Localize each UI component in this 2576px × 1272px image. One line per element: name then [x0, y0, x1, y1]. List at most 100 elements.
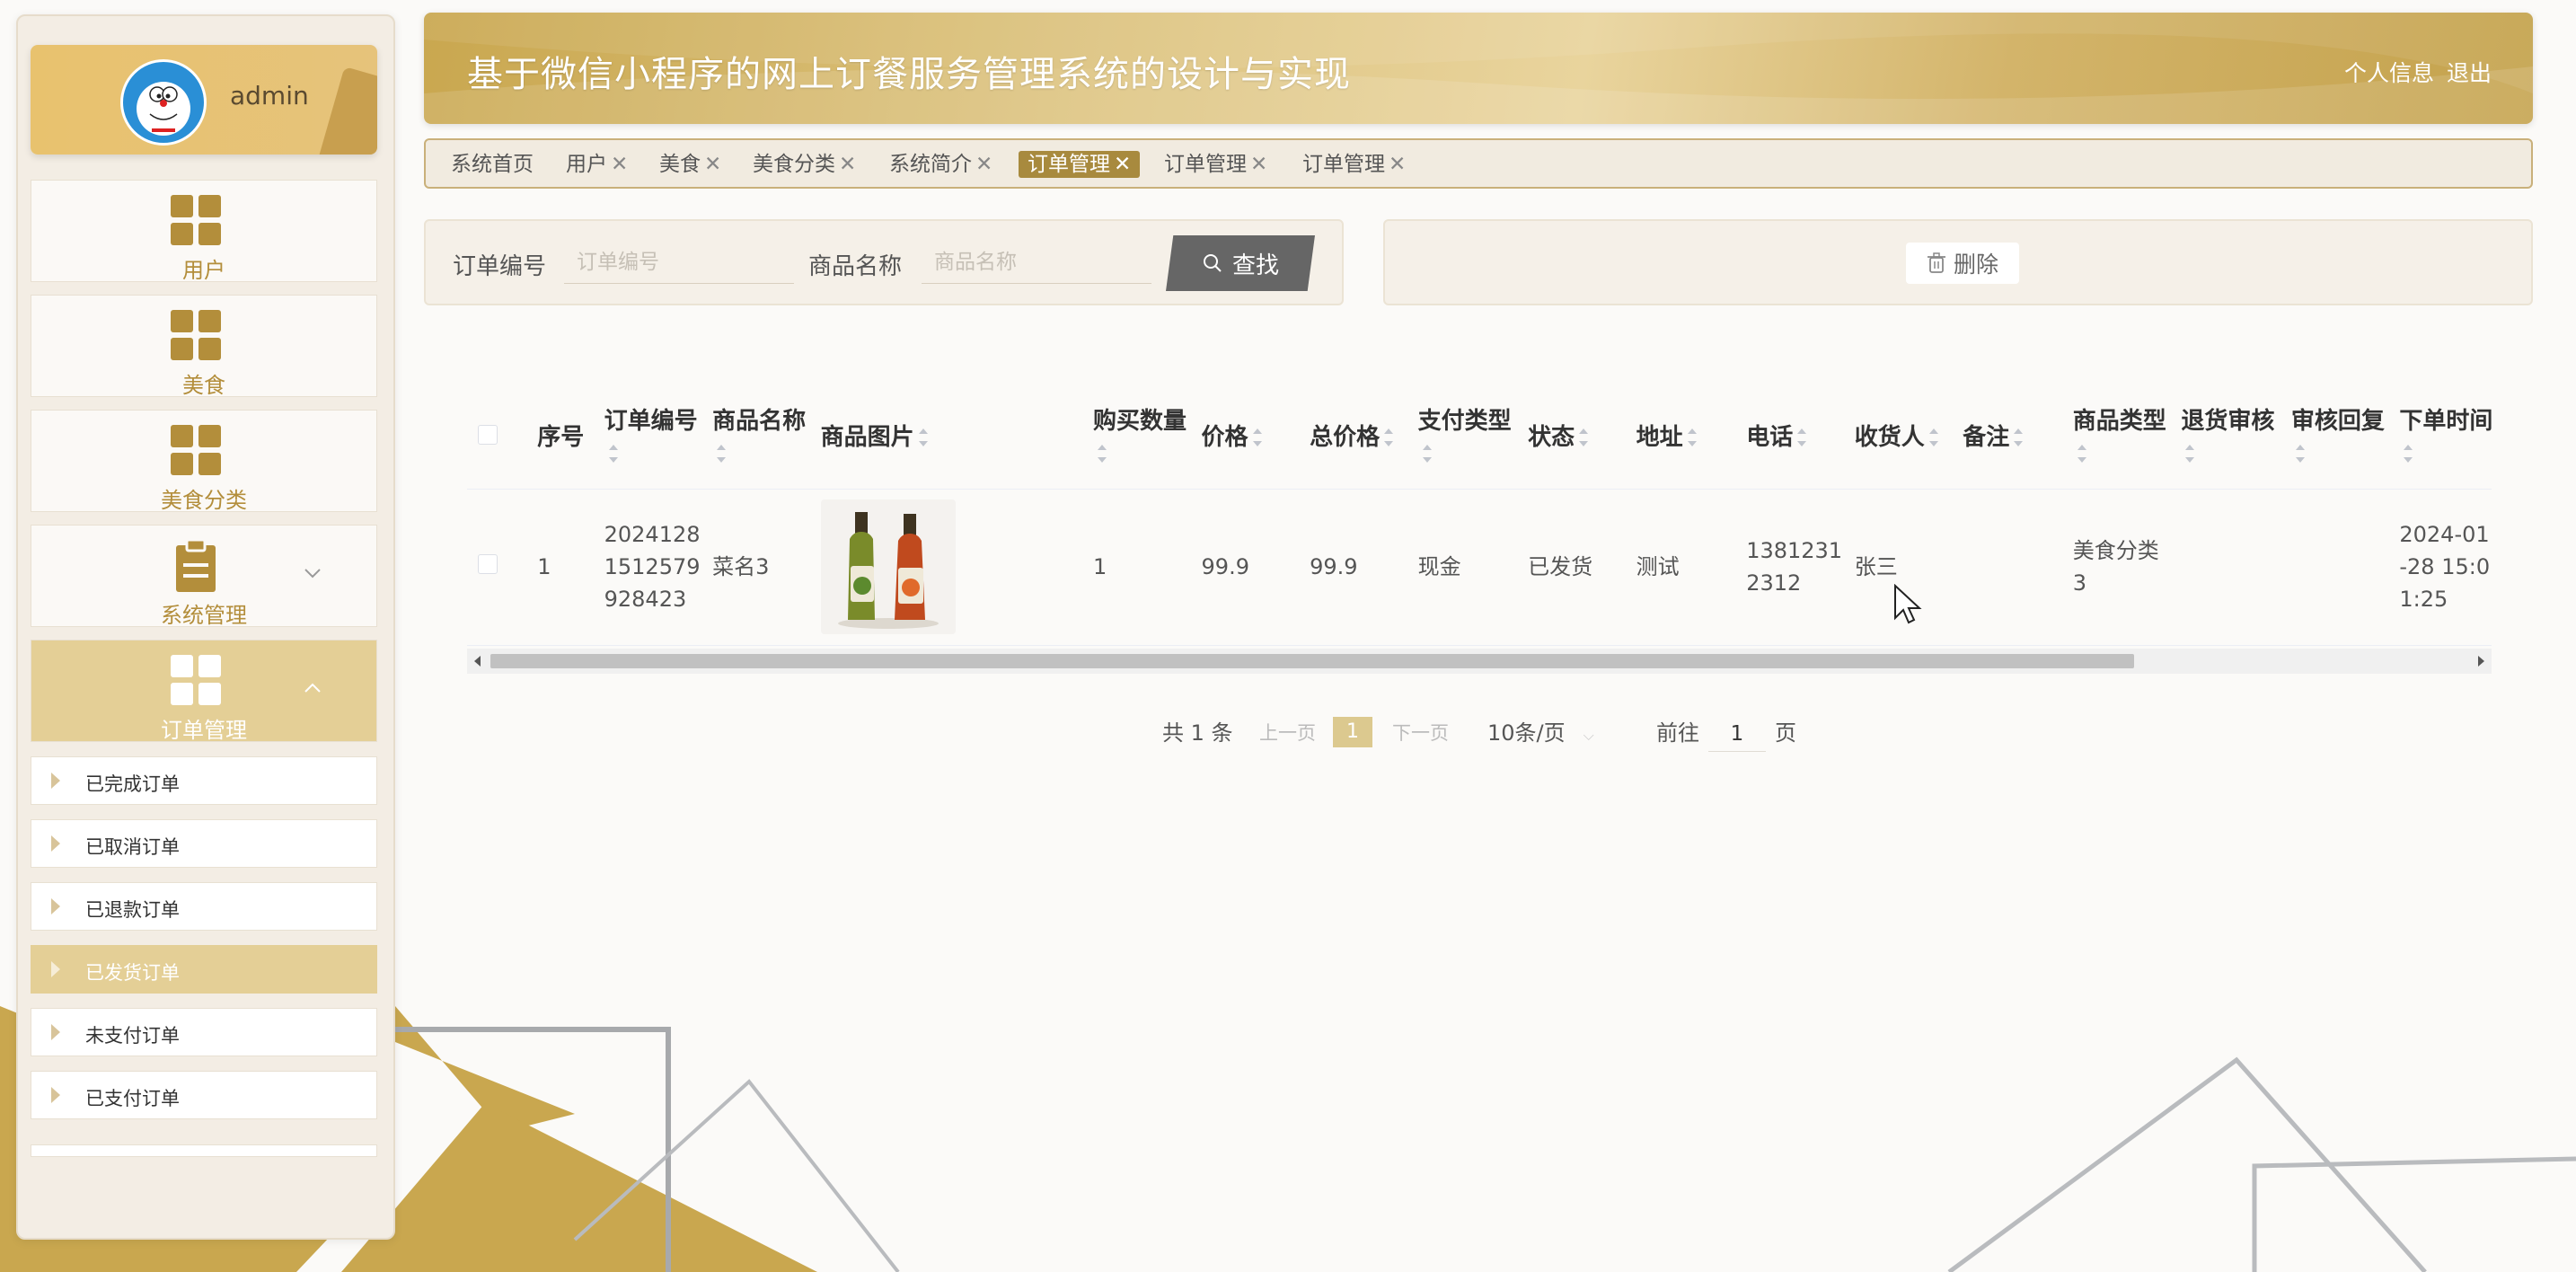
sort-icon[interactable]	[1687, 428, 1698, 447]
col-receiver[interactable]: 收货人	[1843, 386, 1953, 490]
table-header-row: 序号 订单编号 商品名称 商品图片 购买数量 价格 总价格 支付类型 状态 地址…	[467, 386, 2492, 490]
goto-page-input[interactable]	[1708, 717, 1766, 752]
cell-category: 美食分类3	[2061, 489, 2171, 646]
tab-home[interactable]: 系统首页	[451, 151, 534, 178]
product-image[interactable]	[820, 499, 956, 634]
close-icon[interactable]: ✕	[1114, 153, 1131, 176]
header-links: 个人信息 退出	[2332, 56, 2492, 88]
tab-label: 系统首页	[451, 153, 534, 176]
tab-users[interactable]: 用户 ✕	[566, 151, 628, 178]
scroll-left-arrow[interactable]	[474, 656, 481, 667]
col-product-name[interactable]: 商品名称	[701, 386, 810, 490]
sort-icon[interactable]	[1796, 428, 1807, 447]
next-page-button[interactable]: 下一页	[1392, 715, 1449, 751]
col-phone[interactable]: 电话	[1735, 386, 1844, 490]
logout-link[interactable]: 退出	[2447, 60, 2492, 86]
sort-icon[interactable]	[2295, 445, 2306, 464]
tab-label: 订单管理	[1164, 153, 1247, 176]
col-order-time[interactable]: 下单时间	[2388, 386, 2492, 490]
sort-icon[interactable]	[2184, 445, 2195, 464]
col-remark[interactable]: 备注	[1952, 386, 2062, 490]
cell-address: 测试	[1625, 489, 1736, 646]
sort-icon[interactable]	[1928, 428, 1939, 447]
submenu-partial-item[interactable]	[31, 1144, 377, 1157]
submenu-refunded-orders[interactable]: 已退款订单	[31, 882, 377, 931]
chevron-up-icon	[304, 683, 321, 693]
submenu-shipped-orders[interactable]: 已发货订单	[31, 945, 377, 994]
menu-item-system[interactable]: 系统管理	[31, 525, 377, 628]
col-category[interactable]: 商品类型	[2061, 386, 2171, 490]
search-button[interactable]: 查找	[1166, 235, 1315, 291]
close-icon[interactable]: ✕	[611, 153, 628, 176]
col-order-no[interactable]: 订单编号	[593, 386, 702, 490]
sort-icon[interactable]	[1422, 445, 1433, 464]
current-page[interactable]: 1	[1333, 717, 1372, 747]
close-icon[interactable]: ✕	[839, 153, 856, 176]
delete-button[interactable]: 删除	[1906, 243, 2019, 284]
col-total[interactable]: 总价格	[1299, 386, 1407, 490]
col-refund-review[interactable]: 退货审核	[2170, 386, 2280, 490]
submenu-label: 已退款订单	[85, 899, 180, 921]
sort-icon[interactable]	[716, 445, 727, 464]
submenu-unpaid-orders[interactable]: 未支付订单	[31, 1008, 377, 1056]
col-address[interactable]: 地址	[1625, 386, 1736, 490]
sort-icon[interactable]	[1252, 428, 1263, 447]
sort-icon[interactable]	[1383, 428, 1394, 447]
tab-food-category[interactable]: 美食分类 ✕	[753, 151, 856, 178]
scrollbar-thumb[interactable]	[490, 654, 2134, 668]
col-pay-type[interactable]: 支付类型	[1407, 386, 1518, 490]
col-product-image[interactable]: 商品图片	[809, 386, 1082, 490]
cell-index: 1	[526, 489, 594, 646]
order-no-input[interactable]	[564, 241, 794, 284]
caret-right-icon	[51, 898, 60, 914]
col-status[interactable]: 状态	[1517, 386, 1626, 490]
profile-link[interactable]: 个人信息	[2344, 60, 2434, 86]
menu-item-food-category[interactable]: 美食分类	[31, 410, 377, 513]
submenu-paid-orders[interactable]: 已支付订单	[31, 1071, 377, 1119]
close-icon[interactable]: ✕	[1389, 153, 1406, 176]
prev-page-button[interactable]: 上一页	[1259, 715, 1316, 751]
scroll-right-arrow[interactable]	[2478, 656, 2484, 667]
sort-icon[interactable]	[2077, 445, 2087, 464]
sort-icon[interactable]	[608, 445, 619, 464]
page-title: 基于微信小程序的网上订餐服务管理系统的设计与实现	[467, 54, 1351, 95]
close-icon[interactable]: ✕	[704, 153, 721, 176]
cell-product-image[interactable]	[809, 489, 1082, 646]
cell-order-no: 20241281512579928423	[593, 489, 702, 646]
header: 基于微信小程序的网上订餐服务管理系统的设计与实现 个人信息 退出	[424, 13, 2533, 124]
avatar[interactable]	[120, 59, 207, 146]
submenu-cancelled-orders[interactable]: 已取消订单	[31, 819, 377, 868]
col-review-reply[interactable]: 审核回复	[2280, 386, 2389, 490]
menu-item-food[interactable]: 美食	[31, 295, 377, 398]
goto-label: 前往	[1656, 720, 1699, 746]
tab-system-intro[interactable]: 系统简介 ✕	[889, 151, 992, 178]
product-name-label: 商品名称	[808, 253, 903, 280]
sort-icon[interactable]	[2403, 445, 2413, 464]
menu-item-users[interactable]: 用户	[31, 180, 377, 283]
page-size-select[interactable]: 10条/页 ⌵	[1487, 715, 1594, 754]
submenu-completed-orders[interactable]: 已完成订单	[31, 756, 377, 805]
horizontal-scrollbar[interactable]	[467, 649, 2492, 674]
row-checkbox[interactable]	[478, 554, 498, 574]
cell-remark	[1952, 489, 2062, 646]
tab-label: 美食分类	[753, 153, 835, 176]
tab-orders-2[interactable]: 订单管理 ✕	[1164, 151, 1267, 178]
menu-label: 系统管理	[161, 603, 247, 628]
product-name-input[interactable]	[922, 241, 1151, 284]
sort-icon[interactable]	[1097, 445, 1107, 464]
tab-food[interactable]: 美食 ✕	[659, 151, 721, 178]
tab-orders-3[interactable]: 订单管理 ✕	[1302, 151, 1406, 178]
close-icon[interactable]: ✕	[1250, 153, 1267, 176]
sort-icon[interactable]	[1578, 428, 1589, 447]
sort-icon[interactable]	[918, 428, 929, 447]
sort-icon[interactable]	[2013, 428, 2024, 447]
close-icon[interactable]: ✕	[975, 153, 992, 176]
table-row[interactable]: 1 20241281512579928423 菜名3 1 99.9 99.9 现…	[467, 489, 2492, 646]
tab-label: 订单管理	[1302, 153, 1385, 176]
tabs-bar: 系统首页 用户 ✕ 美食 ✕ 美食分类 ✕ 系统简介 ✕ 订单管理 ✕ 订单管理 ✕ 订单管…	[424, 138, 2533, 189]
caret-right-icon	[51, 835, 60, 852]
col-quantity[interactable]: 购买数量	[1082, 386, 1191, 490]
tab-orders-active[interactable]: 订单管理 ✕	[1019, 151, 1141, 178]
col-price[interactable]: 价格	[1190, 386, 1300, 490]
select-all-checkbox[interactable]	[478, 424, 498, 445]
